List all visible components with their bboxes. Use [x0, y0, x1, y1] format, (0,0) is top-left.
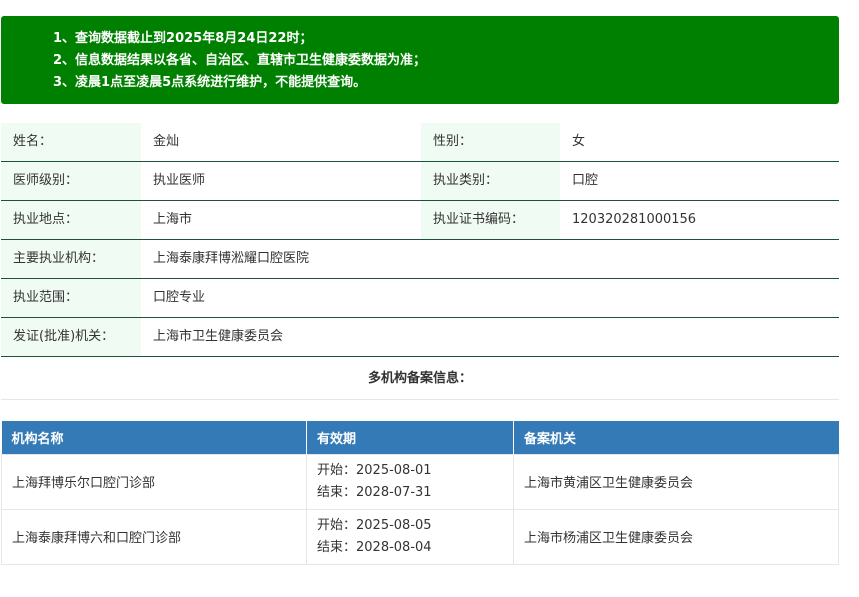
location-label: 执业地点：: [1, 201, 141, 239]
org-value: 上海泰康拜博淞耀口腔医院: [153, 251, 310, 266]
info-row-name: 姓名： 金灿 性别： 女: [1, 123, 839, 162]
name-value: 金灿: [153, 134, 180, 149]
header-org-name: 机构名称: [1, 421, 307, 454]
org-label: 主要执业机构：: [1, 240, 141, 278]
row-org-name: 上海泰康拜博六和口腔门诊部: [1, 508, 307, 565]
header-validity: 有效期: [306, 421, 514, 454]
notice-line-1-date: 2025年8月24日22时；: [166, 31, 313, 46]
info-row-location: 执业地点： 上海市 执业证书编码： 120320281000156: [1, 201, 839, 240]
cert-label: 执业证书编码：: [421, 201, 560, 239]
issuer-value: 上海市卫生健康委员会: [153, 329, 284, 344]
notice-line-3-bold: 凌晨1点至凌晨5点: [75, 75, 185, 90]
category-value: 口腔: [572, 173, 599, 188]
gender-value: 女: [572, 134, 586, 149]
row-authority: 上海市黄浦区卫生健康委员会: [513, 453, 839, 510]
scope-value: 口腔专业: [153, 290, 206, 305]
info-row-issuer: 发证(批准)机关： 上海市卫生健康委员会: [1, 318, 839, 357]
header-authority: 备案机关: [513, 421, 839, 454]
cert-value: 120320281000156: [572, 212, 697, 227]
name-label: 姓名：: [1, 123, 141, 161]
scope-label: 执业范围：: [1, 279, 141, 317]
validity-start: 开始：2025-08-01: [317, 462, 432, 478]
info-row-org: 主要执业机构： 上海泰康拜博淞耀口腔医院: [1, 240, 839, 279]
notice-banner: 1、查询数据截止到2025年8月24日22时； 2、信息数据结果以各省、自治区、…: [1, 16, 839, 104]
info-row-level: 医师级别： 执业医师 执业类别： 口腔: [1, 162, 839, 201]
notice-line-1: 1、查询数据截止到2025年8月24日22时；: [53, 28, 839, 50]
notice-line-1-text: 1、查询数据截止到: [53, 31, 167, 46]
org-filing-table: 机构名称 有效期 备案机关 上海拜博乐尔口腔门诊部 开始：2025-08-01 …: [1, 421, 839, 565]
org-table-header-row: 机构名称 有效期 备案机关: [1, 421, 839, 454]
validity-end: 结束：2028-08-04: [317, 539, 432, 555]
notice-line-3-suffix: 系统进行维护，不能提供查询。: [184, 75, 367, 90]
category-label: 执业类别：: [421, 162, 560, 200]
notice-line-3: 3、凌晨1点至凌晨5点系统进行维护，不能提供查询。: [53, 72, 839, 94]
row-authority: 上海市杨浦区卫生健康委员会: [513, 508, 839, 565]
level-label: 医师级别：: [1, 162, 141, 200]
multi-org-title: 多机构备案信息：: [1, 358, 839, 400]
table-row: 上海泰康拜博六和口腔门诊部 开始：2025-08-05 结束：2028-08-0…: [1, 508, 839, 565]
location-value: 上海市: [153, 212, 193, 227]
row-validity: 开始：2025-08-05 结束：2028-08-04: [306, 508, 514, 565]
info-row-scope: 执业范围： 口腔专业: [1, 279, 839, 318]
table-row: 上海拜博乐尔口腔门诊部 开始：2025-08-01 结束：2028-07-31 …: [1, 453, 839, 510]
notice-line-3-prefix: 3、: [53, 75, 76, 90]
row-org-name: 上海拜博乐尔口腔门诊部: [1, 453, 307, 510]
issuer-label: 发证(批准)机关：: [1, 318, 141, 356]
row-validity: 开始：2025-08-01 结束：2028-07-31: [306, 453, 514, 510]
level-value: 执业医师: [153, 173, 206, 188]
doctor-info-table: 姓名： 金灿 性别： 女 医师级别： 执业医师 执业类别： 口腔 执业地点： 上…: [1, 123, 839, 357]
validity-end: 结束：2028-07-31: [317, 484, 432, 500]
gender-label: 性别：: [421, 123, 560, 161]
notice-line-2: 2、信息数据结果以各省、自治区、直辖市卫生健康委数据为准；: [53, 53, 427, 68]
validity-start: 开始：2025-08-05: [317, 517, 432, 533]
